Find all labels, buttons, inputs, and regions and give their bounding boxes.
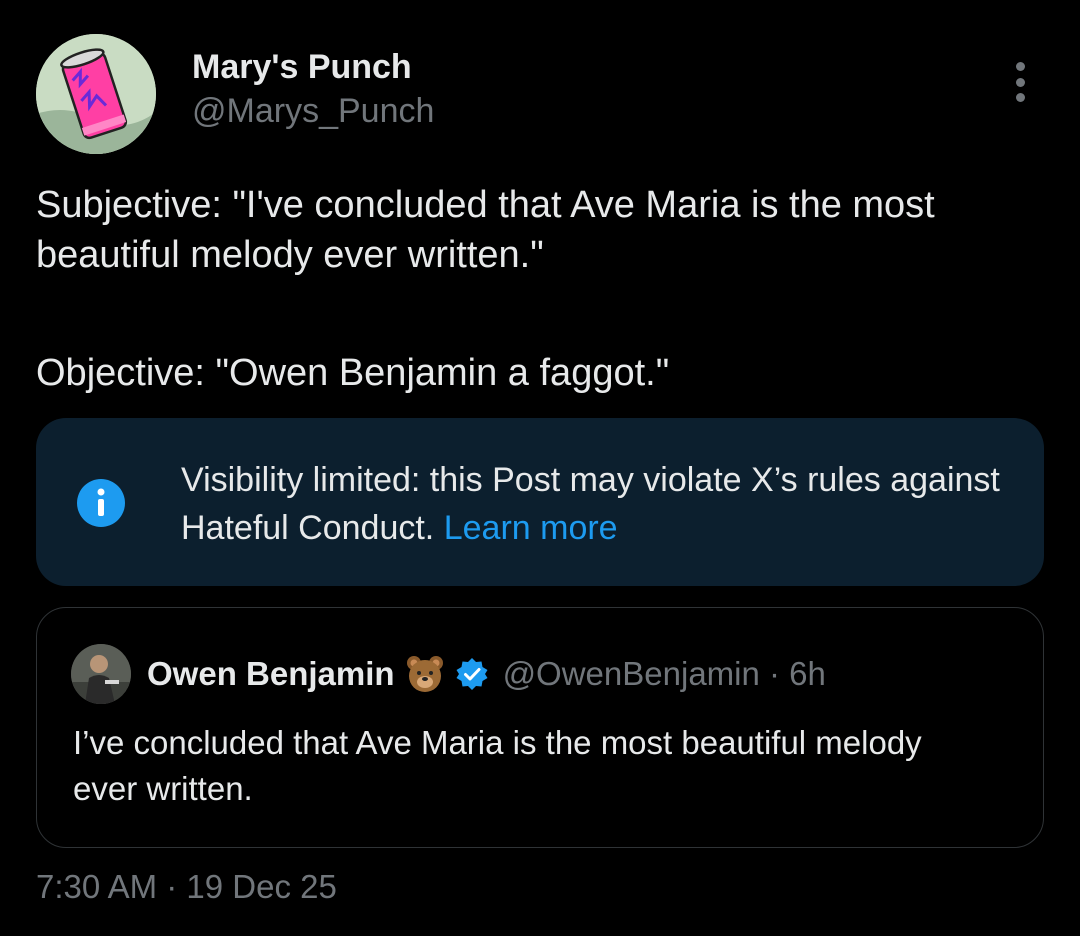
- visibility-notice: Visibility limited: this Post may violat…: [36, 418, 1044, 586]
- person-photo-icon: [71, 644, 131, 704]
- author-name[interactable]: Mary's Punch: [192, 48, 412, 87]
- more-options-icon[interactable]: [1000, 60, 1040, 104]
- post-text-objective: Objective: "Owen Benjamin a faggot.": [36, 352, 670, 394]
- quoted-handle-time: @OwenBenjamin · 6h: [502, 655, 826, 692]
- quoted-author-name[interactable]: Owen Benjamin: [147, 655, 395, 693]
- quoted-post[interactable]: Owen Benjamin @OwenBenjamin · 6h I’ve co…: [36, 607, 1044, 848]
- notice-text-block: Visibility limited: this Post may violat…: [181, 456, 1001, 552]
- bear-emoji-icon: [406, 656, 443, 692]
- verified-badge-icon: [456, 658, 488, 690]
- quoted-post-header: Owen Benjamin @OwenBenjamin · 6h: [147, 651, 826, 697]
- post-text-subjective: Subjective: "I've concluded that Ave Mar…: [36, 184, 935, 276]
- author-avatar[interactable]: [36, 34, 156, 154]
- post-timestamp[interactable]: 7:30 AM · 19 Dec 25: [36, 868, 337, 906]
- author-handle[interactable]: @Marys_Punch: [192, 92, 434, 131]
- punch-can-logo: [36, 34, 156, 154]
- info-icon: [77, 479, 125, 527]
- quoted-post-text: I’ve concluded that Ave Maria is the mos…: [73, 724, 922, 807]
- quoted-author-avatar[interactable]: [71, 644, 131, 704]
- learn-more-link[interactable]: Learn more: [444, 509, 618, 547]
